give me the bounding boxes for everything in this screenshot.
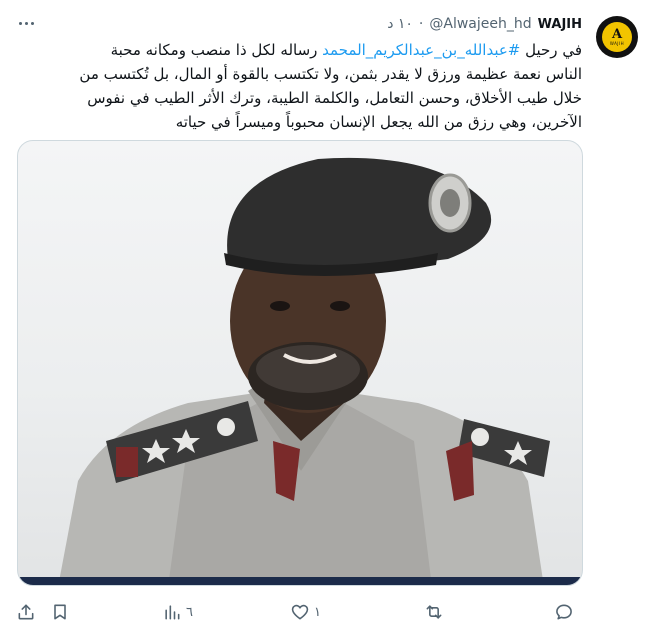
tweet-line: خلال طيب الأخلاق، وحسن التعامل، والكلمة … (22, 86, 582, 110)
views-chart-icon (165, 605, 180, 620)
retweet-icon (426, 605, 442, 619)
tweet-text: في رحيل #عبدالله_بن_عبدالكريم_المحمد رسا… (22, 38, 582, 134)
tweet-text-segment: الآخرين، وهي رزق من الله يجعل الإنسان مح… (175, 113, 582, 131)
header-separator: · (418, 16, 424, 32)
tweet-actions: ٦ ١ (0, 598, 652, 626)
heart-icon (291, 604, 309, 620)
hashtag-link[interactable]: #عبدالله_بن_عبدالكريم_المحمد (322, 41, 520, 59)
avatar[interactable]: A WAJIH (596, 16, 638, 58)
avatar-caption: WAJIH (609, 41, 625, 46)
tweet-text-segment: في رحيل (520, 41, 582, 59)
bookmark-button[interactable] (50, 600, 70, 624)
views-count: ٦ (186, 604, 193, 620)
likes-count: ١ (314, 604, 321, 620)
tweet-line: في رحيل #عبدالله_بن_عبدالكريم_المحمد رسا… (22, 38, 582, 62)
tweet-photo[interactable] (17, 140, 583, 586)
tweet-line: الآخرين، وهي رزق من الله يجعل الإنسان مح… (22, 110, 582, 134)
tweet-line: الناس نعمة عظيمة ورزق لا يقدر بثمن، ولا … (22, 62, 582, 86)
bookmark-icon (54, 604, 66, 620)
tweet-text-segment: رساله لكل ذا منصب ومكانه محبة (110, 41, 323, 59)
author-handle[interactable]: @Alwajeeh_hd (429, 16, 531, 32)
tweet-text-segment: الناس نعمة عظيمة ورزق لا يقدر بثمن، ولا … (79, 65, 582, 83)
share-icon (18, 604, 34, 620)
officer-portrait-image (18, 157, 582, 585)
views-button[interactable]: ٦ (162, 600, 193, 624)
avatar-letter: A (611, 27, 623, 42)
retweet-button[interactable] (424, 600, 444, 624)
share-button[interactable] (16, 600, 36, 624)
avatar-logo: A WAJIH (602, 22, 632, 52)
author-name[interactable]: WAJIH (538, 17, 582, 32)
more-options-icon[interactable] (14, 14, 38, 32)
reply-icon (556, 604, 572, 620)
tweet-header: WAJIH @Alwajeeh_hd · ١٠ د (387, 16, 582, 32)
tweet-text-segment: خلال طيب الأخلاق، وحسن التعامل، والكلمة … (87, 89, 582, 107)
tweet-timestamp[interactable]: ١٠ د (387, 16, 413, 32)
like-button[interactable]: ١ (290, 600, 321, 624)
reply-button[interactable] (554, 600, 574, 624)
